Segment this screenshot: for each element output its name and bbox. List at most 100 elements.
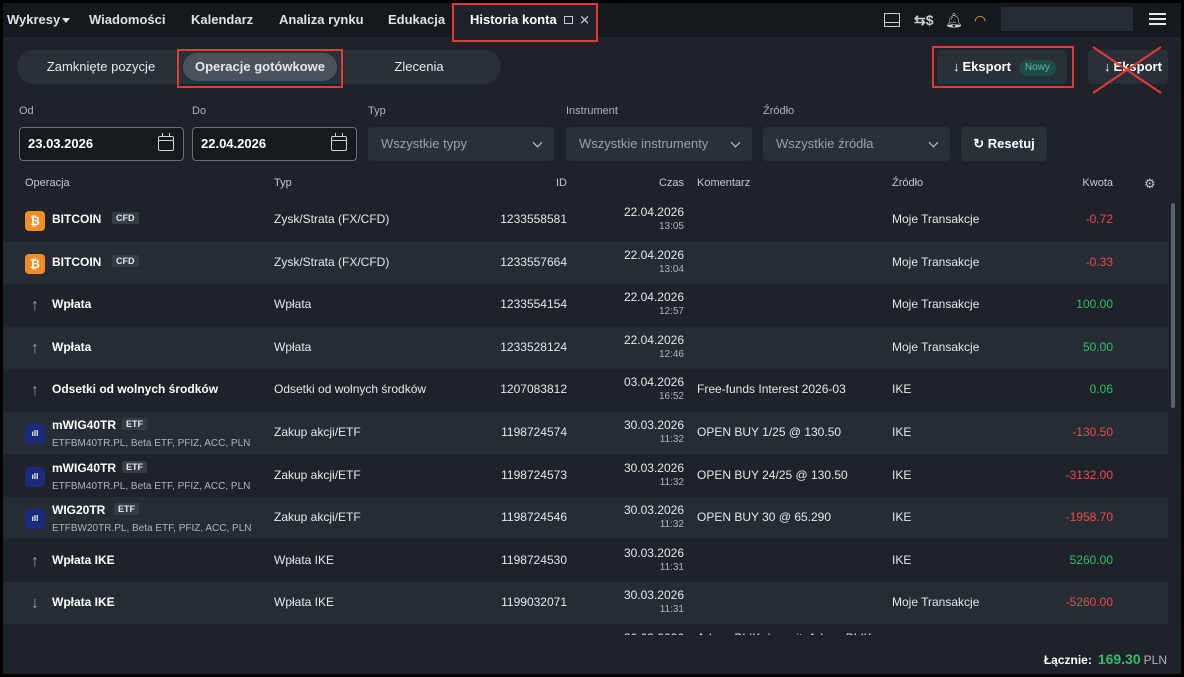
table-header: Operacja Typ ID Czas Komentarz Źródło Kw… — [3, 168, 1168, 198]
bell-icon[interactable]: 🔔︎ — [945, 11, 963, 29]
operation-date: 22.04.2026 — [623, 332, 684, 347]
col-kwota[interactable]: Kwota — [1013, 177, 1113, 189]
arrow-up-icon: ↑ — [31, 552, 39, 570]
export-old-button[interactable]: ↓ Eksport — [1088, 50, 1168, 84]
date-to-value: 22.04.2026 — [201, 136, 267, 151]
account-selector[interactable] — [1001, 7, 1133, 31]
tab-historia-konta-label: Historia konta — [470, 12, 557, 27]
restore-window-icon[interactable] — [564, 15, 574, 24]
operation-id: 1233557664 — [500, 254, 567, 269]
table-row[interactable]: ↑ Wpłata Wpłata 1233554154 22.04.2026 12:57 Mo… — [3, 284, 1168, 326]
calendar-icon[interactable] — [158, 133, 174, 151]
table-row[interactable]: ↓ Wpłata IKE Wpłata IKE 1199032071 30.03.202… — [3, 582, 1168, 625]
gear-icon[interactable]: ⚙ — [1144, 176, 1156, 192]
col-id[interactable]: ID — [463, 177, 567, 189]
app-window: Wykresy Wiadomości Kalendarz Analiza ryn… — [3, 3, 1181, 674]
operation-date: 30.03.2026 — [623, 460, 684, 475]
col-zrodlo[interactable]: Źródło — [892, 177, 923, 189]
calendar-icon[interactable] — [331, 133, 347, 151]
scroll-thumb[interactable] — [1171, 203, 1175, 408]
tab-operacje-gotowkowe[interactable]: Operacje gotówkowe — [183, 53, 337, 81]
wifi-icon[interactable]: ◠ — [974, 11, 986, 29]
nav-analiza-rynku[interactable]: Analiza rynku — [279, 3, 364, 37]
source-select-value: Wszystkie źródła — [776, 136, 874, 151]
tab-zlecenia[interactable]: Zlecenia — [339, 53, 499, 81]
nav-wiadomosci[interactable]: Wiadomości — [89, 3, 165, 37]
arrow-up-icon: ↑ — [31, 339, 39, 357]
bitcoin-icon: ₿ — [25, 253, 45, 274]
table-row[interactable]: ıll mWIG40TR ETF ETFBM40TR.PL, Beta ETF, PF… — [3, 455, 1168, 497]
etf-icon: ıll — [25, 466, 45, 487]
chevron-down-icon — [62, 18, 71, 24]
operation-type: Zakup akcji/ETF — [274, 425, 361, 439]
instrument-tag: CFD — [112, 254, 139, 267]
nav-wykresy[interactable]: Wykresy — [7, 3, 71, 37]
col-komentarz[interactable]: Komentarz — [697, 177, 750, 189]
operation-amount: -0.72 — [1085, 212, 1113, 226]
nav-kalendarz[interactable]: Kalendarz — [191, 3, 253, 37]
operation-time: 11:31 — [659, 604, 684, 616]
table-row[interactable]: ↑ Wpłata IKE Wpłata IKE 1198724530 30.03.202… — [3, 540, 1168, 582]
operation-amount: -5260.00 — [1065, 595, 1113, 610]
col-czas[interactable]: Czas — [563, 177, 684, 189]
table-row[interactable]: ↑WpłataWpłata119903188830.03.2026Adyen B… — [3, 625, 1168, 635]
table-row[interactable]: ↑ Odsetki od wolnych środków Odsetki od wo… — [3, 369, 1168, 411]
source-select[interactable]: Wszystkie źródła — [763, 127, 950, 161]
nav-edukacja[interactable]: Edukacja — [388, 3, 445, 37]
operation-type: Zysk/Strata (FX/CFD) — [274, 254, 390, 269]
operation-date: 22.04.2026 — [623, 290, 684, 305]
export-new-button[interactable]: ↓ Eksport Nowy — [937, 50, 1067, 84]
filter-instrument-label: Instrument — [566, 105, 618, 117]
instrument-select-value: Wszystkie instrumenty — [579, 136, 709, 151]
operation-id: 1198724573 — [501, 467, 567, 482]
tab-historia-konta[interactable]: Historia konta ✕ — [452, 3, 598, 37]
date-to-input[interactable]: 22.04.2026 — [192, 127, 357, 161]
reset-button[interactable]: ↻ Resetuj — [961, 127, 1047, 161]
operation-name: Odsetki od wolnych środków — [52, 382, 219, 397]
date-from-input[interactable]: 23.03.2026 — [19, 127, 184, 161]
hamburger-menu-icon[interactable] — [1149, 13, 1166, 25]
table-row[interactable]: ₿ BITCOIN CFD Zysk/Strata (FX/CFD) 123355858… — [3, 199, 1168, 241]
chevron-down-icon — [730, 137, 741, 148]
table-row[interactable]: ıll mWIG40TR ETF ETFBM40TR.PL, Beta ETF, PF… — [3, 412, 1168, 454]
operation-amount: -3132.00 — [1065, 467, 1113, 482]
operation-time: 13:04 — [658, 263, 684, 275]
currency-exchange-icon[interactable]: ⇆$ — [914, 11, 934, 29]
operation-name: mWIG40TR — [52, 460, 117, 475]
layout-icon[interactable] — [884, 13, 900, 27]
table-row[interactable]: ıll WIG20TR ETF ETFBW20TR.PL, Beta ETF, PFI… — [3, 497, 1168, 540]
operation-type: Zakup akcji/ETF — [274, 510, 361, 525]
scrollbar[interactable] — [1169, 199, 1175, 635]
operation-date: 30.03.2026 — [623, 503, 684, 518]
operation-amount: -1958.70 — [1065, 510, 1113, 525]
operation-type: Wpłata IKE — [274, 595, 335, 610]
operation-amount: 100.00 — [1076, 297, 1113, 312]
operation-comment: Free-funds Interest 2026-03 — [697, 382, 846, 397]
operation-id: 1199032071 — [501, 595, 567, 610]
close-icon[interactable]: ✕ — [579, 12, 590, 27]
type-select[interactable]: Wszystkie typy — [368, 127, 554, 161]
col-operacja[interactable]: Operacja — [25, 177, 70, 189]
operation-id: 1233558581 — [500, 212, 567, 226]
type-select-value: Wszystkie typy — [381, 136, 467, 151]
operation-type: Odsetki od wolnych środków — [274, 382, 427, 397]
operation-amount: 0.06 — [1089, 382, 1113, 397]
instrument-select[interactable]: Wszystkie instrumenty — [566, 127, 752, 161]
operation-comment: OPEN BUY 24/25 @ 130.50 — [697, 467, 848, 482]
col-typ[interactable]: Typ — [274, 177, 292, 189]
operation-id: 1207083812 — [500, 382, 567, 397]
operation-name: BITCOIN — [52, 212, 102, 226]
operation-source: Moje Transakcje — [892, 254, 980, 269]
operation-id: 1198724546 — [501, 510, 567, 525]
export-new-label: Eksport — [962, 59, 1011, 74]
operation-amount: -0.33 — [1085, 254, 1113, 269]
table-row[interactable]: ₿ BITCOIN CFD Zysk/Strata (FX/CFD) 123355766… — [3, 241, 1168, 284]
table-row[interactable]: ↑ Wpłata Wpłata 1233528124 22.04.2026 12:46 Mo… — [3, 326, 1168, 369]
operation-source: Moje Transakcje — [892, 595, 980, 610]
etf-icon: ıll — [25, 509, 45, 530]
chevron-down-icon — [928, 137, 939, 148]
tab-zamkniete-pozycje[interactable]: Zamknięte pozycje — [21, 53, 181, 81]
download-icon: ↓ — [1104, 59, 1111, 74]
operation-type: Wpłata — [274, 297, 312, 312]
operation-time: 11:31 — [659, 561, 684, 573]
